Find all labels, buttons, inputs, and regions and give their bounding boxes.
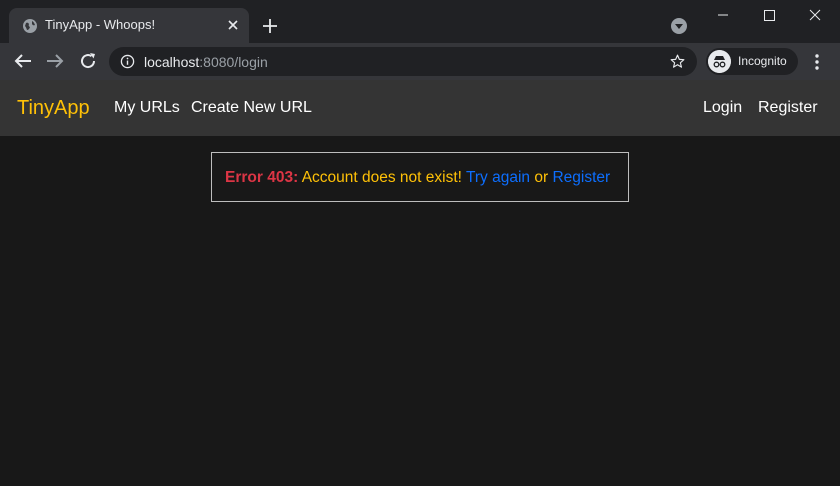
bookmark-star-icon[interactable] bbox=[669, 53, 686, 70]
site-navbar: TinyApp My URLs Create New URL Login Reg… bbox=[0, 80, 840, 136]
try-again-link[interactable]: Try again bbox=[466, 169, 530, 186]
back-arrow-icon[interactable] bbox=[11, 49, 35, 73]
maximize-icon[interactable] bbox=[746, 0, 792, 30]
minimize-icon[interactable] bbox=[700, 0, 746, 30]
address-bar[interactable]: localhost:8080/login bbox=[109, 47, 697, 76]
incognito-icon bbox=[708, 50, 731, 73]
browser-tab[interactable]: TinyApp - Whoops! bbox=[9, 8, 249, 43]
error-alert: Error 403: Account does not exist! Try a… bbox=[211, 152, 629, 202]
error-message: Account does not exist! bbox=[301, 169, 462, 186]
error-message-line: Error 403: Account does not exist! Try a… bbox=[225, 169, 610, 187]
brand-link[interactable]: TinyApp bbox=[17, 97, 90, 120]
close-tab-icon[interactable] bbox=[224, 16, 242, 34]
tab-title: TinyApp - Whoops! bbox=[45, 17, 156, 32]
error-code: Error 403: bbox=[225, 169, 299, 186]
browser-toolbar: localhost:8080/login Incognito bbox=[0, 43, 840, 80]
register-link[interactable]: Register bbox=[552, 169, 610, 186]
browser-tab-strip: TinyApp - Whoops! bbox=[0, 0, 840, 43]
nav-create-new-url[interactable]: Create New URL bbox=[191, 99, 312, 117]
incognito-badge[interactable]: Incognito bbox=[706, 48, 798, 75]
nav-register[interactable]: Register bbox=[758, 99, 818, 117]
kebab-menu-icon[interactable] bbox=[810, 52, 824, 72]
url-host: localhost bbox=[144, 54, 200, 70]
nav-my-urls[interactable]: My URLs bbox=[114, 99, 180, 117]
globe-icon bbox=[23, 19, 37, 33]
new-tab-icon[interactable] bbox=[258, 14, 282, 38]
error-joiner: or bbox=[534, 169, 549, 186]
reload-icon[interactable] bbox=[76, 49, 100, 73]
info-icon[interactable] bbox=[120, 54, 135, 69]
incognito-label: Incognito bbox=[738, 54, 787, 68]
window-close-icon[interactable] bbox=[792, 0, 838, 30]
forward-arrow-icon[interactable] bbox=[43, 49, 67, 73]
url-text[interactable]: localhost:8080/login bbox=[144, 54, 268, 70]
tab-search-icon[interactable] bbox=[671, 18, 687, 34]
nav-login[interactable]: Login bbox=[703, 99, 742, 117]
url-path: :8080/login bbox=[199, 54, 268, 70]
